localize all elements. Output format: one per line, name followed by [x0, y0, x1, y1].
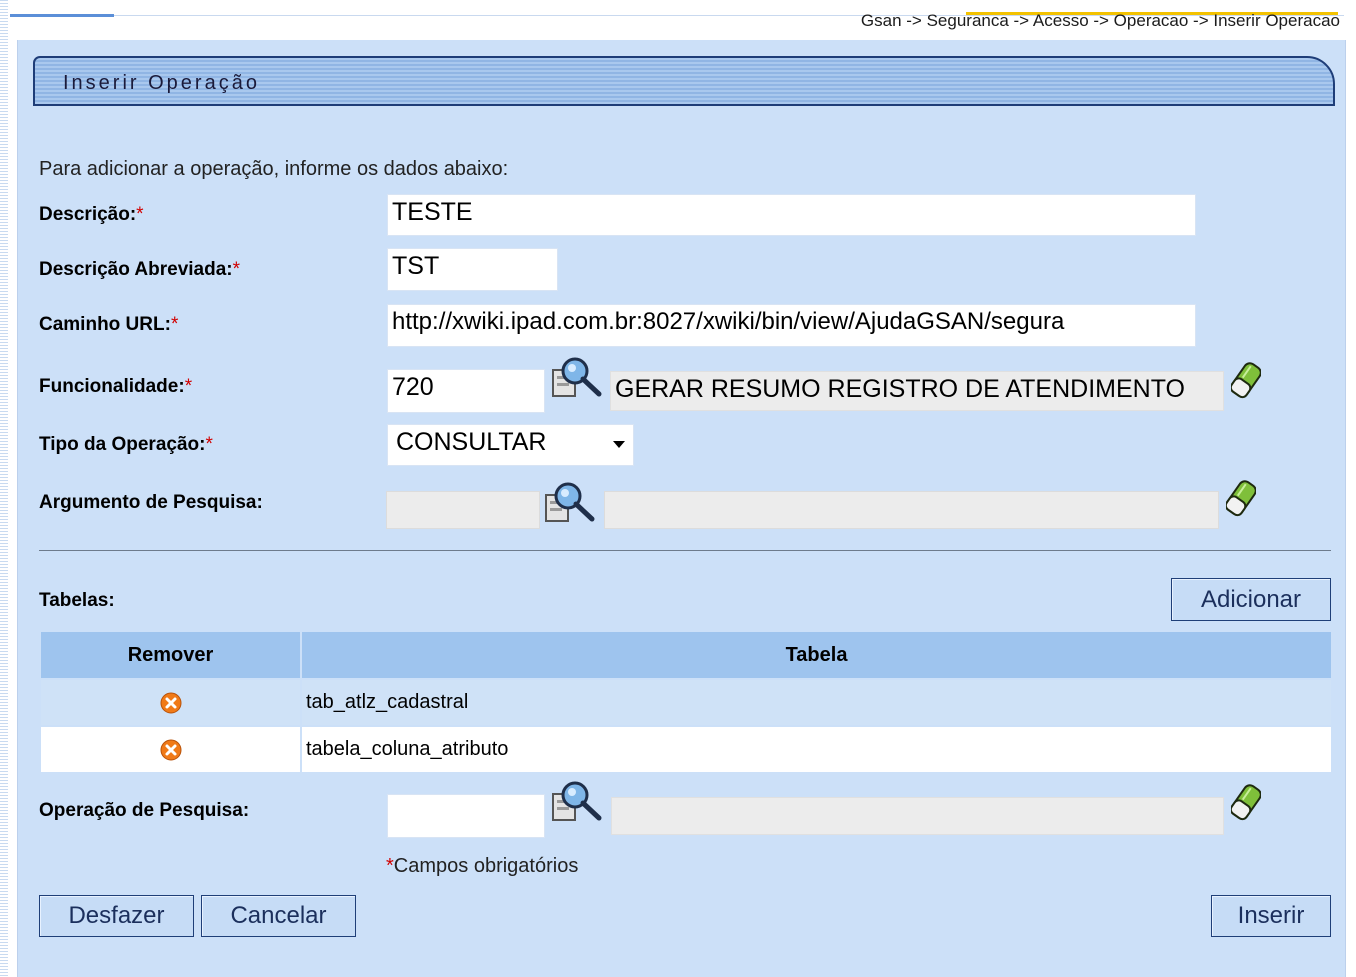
table-row: tab_atlz_cadastral	[39, 678, 1333, 727]
operacao-pesquisa-search-icon[interactable]	[551, 780, 605, 824]
required-mark: *	[232, 259, 241, 280]
funcionalidade-code-input[interactable]: 720	[387, 369, 545, 413]
funcionalidade-label: Funcionalidade:*	[39, 376, 193, 397]
required-mark: *	[184, 376, 193, 397]
funcionalidade-search-icon[interactable]	[551, 356, 605, 400]
inserir-button[interactable]: Inserir	[1211, 895, 1331, 937]
argumento-pesquisa-code-input[interactable]	[386, 491, 540, 529]
descricao-abreviada-label: Descrição Abreviada:*	[39, 259, 241, 280]
required-mark: *	[205, 434, 213, 455]
tipo-operacao-label: Tipo da Operação:*	[39, 434, 213, 455]
descricao-abreviada-input[interactable]: TST	[387, 248, 558, 291]
argumento-pesquisa-description	[604, 491, 1219, 529]
column-header-tabela: Tabela	[300, 630, 1333, 680]
argumento-pesquisa-clear-eraser-icon[interactable]	[1226, 478, 1256, 518]
operacao-pesquisa-description	[611, 797, 1224, 835]
remove-cell	[39, 678, 302, 727]
operacao-pesquisa-code-input[interactable]	[387, 794, 545, 838]
page-title: Inserir Operação	[63, 72, 260, 94]
required-fields-note: *Campos obrigatórios	[386, 855, 579, 877]
required-mark: *	[170, 314, 179, 335]
breadcrumb: Gsan -> Seguranca -> Acesso -> Operacao …	[860, 11, 1340, 30]
remove-cell	[39, 725, 302, 774]
tipo-operacao-selected-value: CONSULTAR	[396, 428, 547, 456]
tabelas-table: Remover Tabela tab_atlz_cadastral tabela…	[39, 630, 1333, 774]
tipo-operacao-select[interactable]: CONSULTAR	[387, 424, 634, 466]
cancelar-button[interactable]: Cancelar	[201, 895, 356, 937]
desfazer-button[interactable]: Desfazer	[39, 895, 194, 937]
left-edge-decoration	[0, 0, 8, 977]
operacao-pesquisa-label: Operação de Pesquisa:	[39, 800, 250, 821]
argumento-pesquisa-search-icon[interactable]	[544, 481, 598, 525]
operacao-pesquisa-clear-eraser-icon[interactable]	[1231, 782, 1261, 822]
intro-text: Para adicionar a operação, informe os da…	[39, 158, 509, 180]
tabelas-label: Tabelas:	[39, 590, 115, 611]
tabela-cell: tab_atlz_cadastral	[300, 678, 1333, 727]
descricao-label: Descrição:*	[39, 204, 144, 225]
table-row: tabela_coluna_atributo	[39, 725, 1333, 774]
title-bar: Inserir Operação	[33, 56, 1335, 106]
remove-icon[interactable]	[159, 691, 182, 714]
caminho-url-input[interactable]: http://xwiki.ipad.com.br:8027/xwiki/bin/…	[387, 304, 1196, 347]
chevron-down-icon	[613, 441, 625, 448]
remove-icon[interactable]	[159, 738, 182, 761]
required-mark: *	[136, 204, 144, 225]
argumento-pesquisa-label: Argumento de Pesquisa:	[39, 492, 263, 513]
funcionalidade-clear-eraser-icon[interactable]	[1231, 360, 1261, 400]
funcionalidade-description: GERAR RESUMO REGISTRO DE ATENDIMENTO	[610, 371, 1224, 411]
descricao-input[interactable]: TESTE	[387, 194, 1196, 236]
form-panel: Inserir Operação Para adicionar a operaç…	[17, 40, 1346, 977]
table-header-row: Remover Tabela	[39, 630, 1333, 680]
tabela-cell: tabela_coluna_atributo	[300, 725, 1333, 774]
caminho-url-label: Caminho URL:*	[39, 314, 179, 335]
adicionar-button[interactable]: Adicionar	[1171, 578, 1331, 621]
section-divider	[39, 550, 1331, 551]
column-header-remover: Remover	[39, 630, 302, 680]
top-accent-line	[10, 14, 114, 17]
